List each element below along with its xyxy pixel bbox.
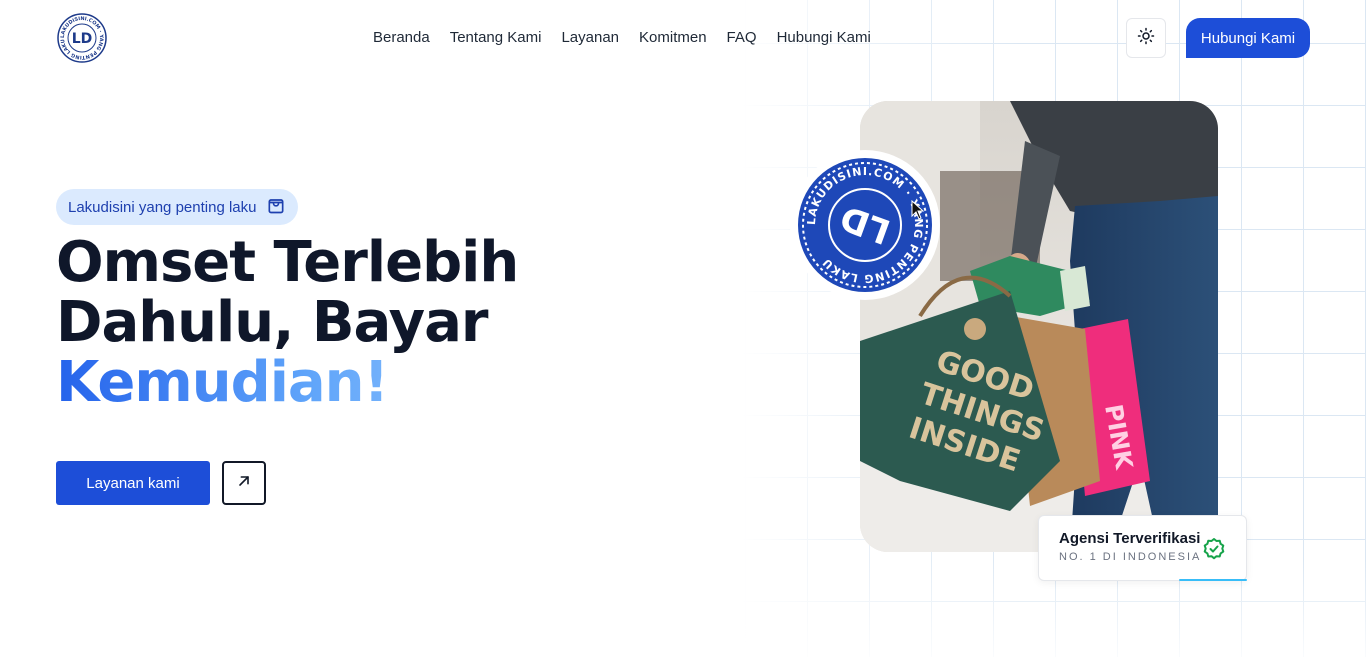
arrow-up-right-icon	[236, 473, 252, 494]
mouse-cursor-icon	[911, 199, 925, 225]
sun-icon	[1137, 27, 1155, 50]
tagline-pill: Lakudisini yang penting laku	[56, 189, 299, 225]
verified-badge-card: Agensi Terverifikasi NO. 1 DI INDONESIA	[1038, 515, 1247, 581]
headline-line-2: Dahulu, Bayar	[56, 290, 489, 355]
main-nav: Beranda Tentang Kami Layanan Komitmen FA…	[373, 29, 871, 47]
badge-accent-line	[1179, 579, 1247, 581]
verified-check-icon	[1202, 537, 1226, 566]
badge-title: Agensi Terverifikasi	[1059, 530, 1201, 547]
nav-link-komitmen[interactable]: Komitmen	[639, 29, 707, 47]
theme-toggle-button[interactable]	[1126, 18, 1166, 58]
shopping-bag-icon	[266, 195, 286, 219]
nav-link-beranda[interactable]: Beranda	[373, 29, 430, 47]
arrow-link-button[interactable]	[222, 461, 266, 505]
nav-link-hubungi-kami[interactable]: Hubungi Kami	[777, 29, 871, 47]
contact-button[interactable]: Hubungi Kami	[1186, 18, 1310, 58]
nav-link-faq[interactable]: FAQ	[727, 29, 757, 47]
nav-link-tentang-kami[interactable]: Tentang Kami	[450, 29, 542, 47]
services-button[interactable]: Layanan kami	[56, 461, 210, 505]
headline-highlight: Kemudian!	[56, 353, 518, 413]
headline-line-1: Omset Terlebih	[56, 230, 519, 295]
svg-text:LD: LD	[72, 31, 93, 47]
tagline-text: Lakudisini yang penting laku	[68, 198, 257, 216]
brand-stamp: LAKUDISINI.COM · YANG PENTING LAKU LD	[790, 150, 940, 300]
badge-subtitle: NO. 1 DI INDONESIA	[1059, 551, 1202, 563]
site-logo[interactable]: LAKUDISINI.COM · YANG PENTING LAKU LD	[57, 13, 107, 63]
nav-link-layanan[interactable]: Layanan	[561, 29, 619, 47]
hero-headline: Omset Terlebih Dahulu, Bayar Kemudian!	[56, 230, 519, 413]
